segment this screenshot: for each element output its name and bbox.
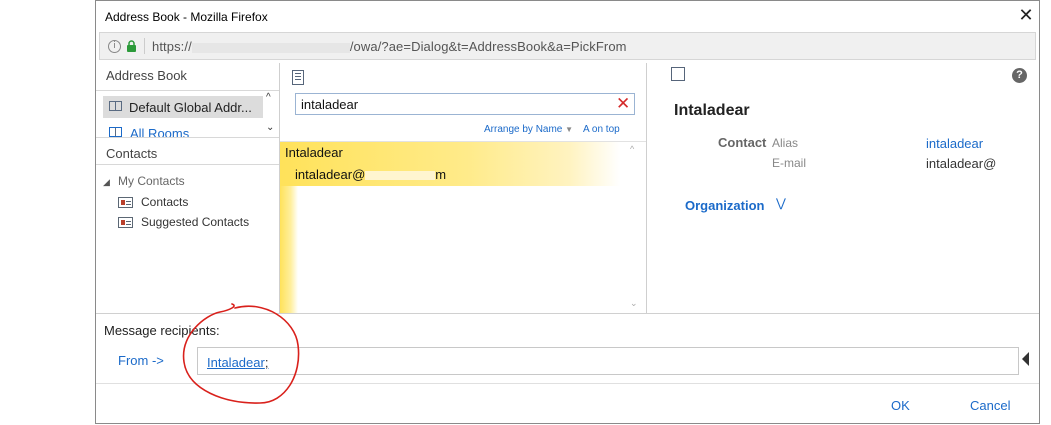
list-item[interactable]: Intaladear intaladear@ m bbox=[280, 142, 620, 186]
lock-icon[interactable] bbox=[126, 40, 137, 52]
organization-link[interactable]: Organization bbox=[685, 198, 764, 213]
redacted-email bbox=[365, 171, 436, 181]
clear-search-icon[interactable]: ✕ bbox=[616, 95, 630, 113]
notebook-icon[interactable] bbox=[292, 70, 304, 85]
search-input[interactable]: intaladear ✕ bbox=[295, 93, 635, 115]
info-icon[interactable]: i bbox=[108, 40, 121, 53]
contacts-header: Contacts bbox=[106, 146, 158, 161]
divider bbox=[96, 90, 279, 91]
scroll-down-icon[interactable]: ⌄ bbox=[630, 298, 638, 309]
folder-label: Contacts bbox=[141, 195, 189, 209]
field-label: Alias bbox=[772, 136, 799, 150]
sort-order-toggle[interactable]: A on top bbox=[583, 124, 620, 135]
folder-contacts[interactable]: Contacts bbox=[118, 195, 268, 211]
collapse-triangle-icon[interactable] bbox=[1022, 352, 1029, 366]
book-icon bbox=[109, 127, 122, 137]
from-field[interactable]: Intaladear; bbox=[197, 347, 1019, 375]
section-label: Contact bbox=[718, 135, 767, 150]
scroll-up-icon[interactable]: ^ bbox=[266, 92, 271, 103]
annotation-circle bbox=[182, 303, 300, 404]
contacts-icon bbox=[118, 217, 133, 228]
help-icon[interactable]: ? bbox=[1012, 68, 1027, 83]
results-panel: intaladear ✕ Arrange by Name ▼ A on top … bbox=[280, 63, 646, 314]
url-separator bbox=[144, 38, 145, 54]
url-text[interactable]: https:///owa/?ae=Dialog&t=AddressBook&a=… bbox=[152, 39, 627, 54]
divider bbox=[96, 164, 279, 165]
search-value: intaladear bbox=[301, 97, 359, 112]
arrange-by-dropdown[interactable]: Arrange by Name ▼ bbox=[484, 124, 573, 135]
scroll-up-icon[interactable]: ^ bbox=[630, 144, 634, 154]
panel-border bbox=[646, 63, 647, 314]
divider bbox=[96, 137, 279, 138]
from-button[interactable]: From -> bbox=[118, 353, 164, 368]
field-label: E-mail bbox=[772, 156, 807, 170]
scroll-down-icon[interactable]: ⌄ bbox=[266, 122, 274, 133]
book-item-default-global[interactable]: Default Global Addr... bbox=[103, 96, 263, 118]
redacted-host bbox=[191, 42, 350, 53]
close-icon[interactable]: ✕ bbox=[1015, 4, 1037, 26]
result-name: Intaladear bbox=[285, 145, 343, 160]
email-value: intaladear@ bbox=[926, 156, 997, 171]
window-title: Address Book - Mozilla Firefox bbox=[105, 10, 268, 24]
title-bar: Address Book - Mozilla Firefox ✕ bbox=[96, 1, 1039, 32]
folder-suggested-contacts[interactable]: Suggested Contacts bbox=[118, 215, 268, 231]
book-label: Default Global Addr... bbox=[129, 100, 252, 115]
book-label: All Rooms bbox=[130, 126, 190, 141]
ok-button[interactable]: OK bbox=[891, 398, 910, 413]
folder-label: Suggested Contacts bbox=[141, 215, 250, 229]
result-email: intaladear@ m bbox=[295, 167, 447, 182]
url-bar[interactable]: i https:///owa/?ae=Dialog&t=AddressBook&… bbox=[99, 32, 1036, 60]
expand-triangle-icon[interactable]: ◢ bbox=[103, 177, 110, 188]
selection-strip bbox=[280, 186, 298, 314]
alias-value[interactable]: intaladear bbox=[926, 136, 983, 151]
my-contacts-node[interactable]: My Contacts bbox=[118, 174, 185, 188]
chevron-down-icon[interactable]: ⋁ bbox=[776, 196, 786, 210]
detail-name: Intaladear bbox=[674, 102, 750, 119]
address-book-header: Address Book bbox=[106, 68, 187, 83]
cancel-button[interactable]: Cancel bbox=[970, 398, 1010, 413]
book-icon bbox=[109, 101, 122, 111]
contacts-icon bbox=[118, 197, 133, 208]
detail-card-icon[interactable] bbox=[671, 67, 685, 81]
